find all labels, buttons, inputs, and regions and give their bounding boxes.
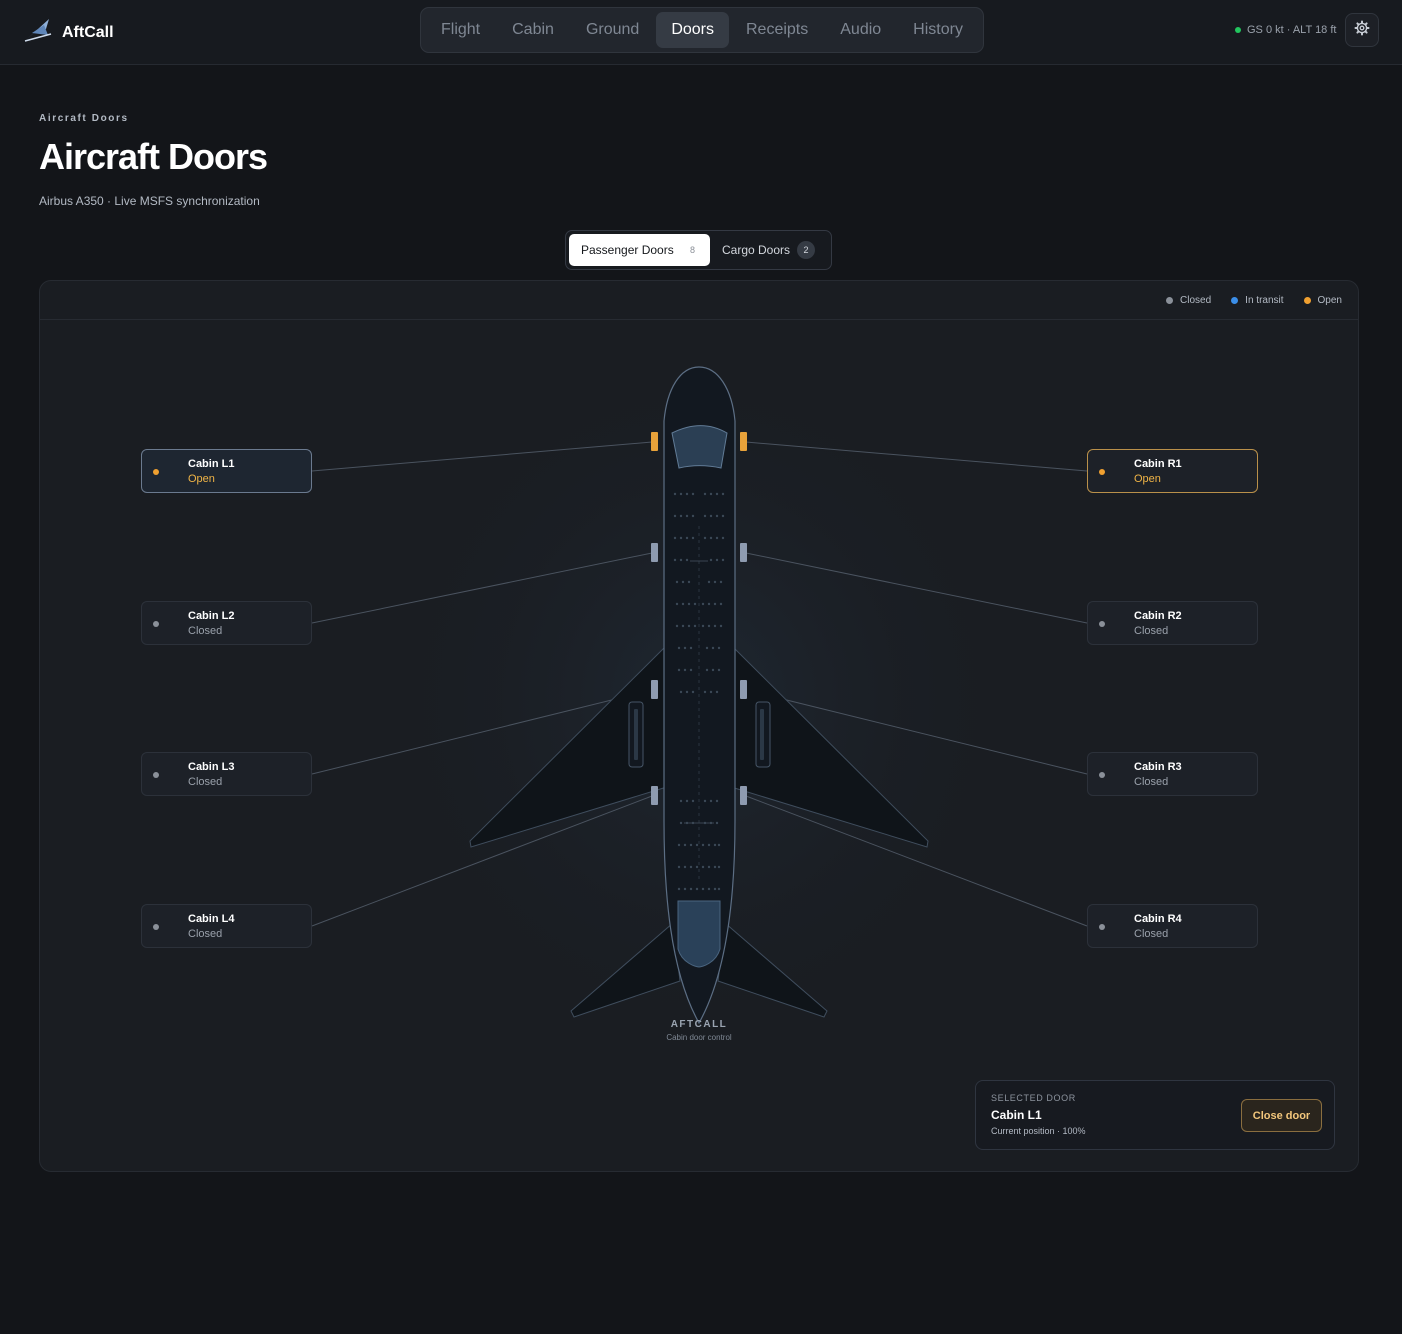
door-name: Cabin R4 [1134, 913, 1182, 925]
door-name: Cabin R3 [1134, 761, 1182, 773]
door-status-dot [1099, 621, 1105, 627]
left-engine-core [634, 709, 638, 760]
settings-button[interactable] [1345, 13, 1379, 47]
top-bar: AftCall Flight Cabin Ground Doors Receip… [0, 0, 1402, 65]
door-card-l2[interactable]: Cabin L2 Closed [141, 601, 312, 645]
door-status-dot [1099, 469, 1105, 475]
door-state: Open [1134, 473, 1161, 485]
tab-cabin[interactable]: Cabin [497, 12, 569, 48]
right-engine-core [760, 709, 764, 760]
door-marker-r1[interactable] [740, 432, 747, 451]
door-state: Closed [1134, 625, 1169, 637]
status-dot [1235, 27, 1241, 33]
aircraft-brand: AFTCALL [671, 1019, 728, 1030]
gear-icon [1354, 20, 1370, 41]
door-card-r2[interactable]: Cabin R2 Closed [1087, 601, 1258, 645]
brand[interactable]: AftCall [24, 17, 114, 48]
door-type-toggle: Passenger Doors 8 Cargo Doors 2 [565, 230, 832, 270]
door-name: Cabin R1 [1134, 458, 1182, 470]
door-marker-l1[interactable] [651, 432, 658, 451]
page-title: Aircraft Doors [39, 136, 268, 177]
door-card-r3[interactable]: Cabin R3 Closed [1087, 752, 1258, 796]
door-state: Closed [188, 625, 223, 637]
door-state: Closed [1134, 928, 1169, 940]
main-nav: Flight Cabin Ground Doors Receipts Audio… [420, 7, 984, 53]
segment-count-badge: 2 [797, 241, 815, 259]
tab-ground[interactable]: Ground [571, 12, 654, 48]
door-status-dot [153, 469, 159, 475]
cockpit [671, 425, 728, 469]
tab-doors[interactable]: Doors [656, 12, 729, 48]
tab-history[interactable]: History [898, 12, 978, 48]
segment-passenger-doors[interactable]: Passenger Doors 8 [569, 234, 710, 266]
door-card-l3[interactable]: Cabin L3 Closed [141, 752, 312, 796]
segment-label: Cargo Doors [722, 243, 791, 257]
aircraft-caption: Cabin door control [666, 1033, 732, 1042]
door-status-dot [1099, 924, 1105, 930]
door-marker-l4[interactable] [651, 786, 658, 805]
aircraft-diagram: AFTCALL Cabin door control [311, 341, 1088, 1061]
door-status-dot [153, 924, 159, 930]
door-status-dot [153, 772, 159, 778]
door-status-dot [1099, 772, 1105, 778]
close-door-button[interactable]: Close door [1241, 1099, 1322, 1132]
door-name: Cabin L3 [188, 761, 235, 773]
brand-name: AftCall [62, 23, 114, 41]
status-text: GS 0 kt · ALT 18 ft [1247, 24, 1337, 36]
door-name: Cabin R2 [1134, 610, 1182, 622]
airplane-logo-icon [24, 17, 52, 48]
door-card-r4[interactable]: Cabin R4 Closed [1087, 904, 1258, 948]
selected-door-name: Cabin L1 [991, 1108, 1042, 1122]
segment-label: Passenger Doors [581, 243, 674, 257]
tab-audio[interactable]: Audio [825, 12, 896, 48]
page-eyebrow: Aircraft Doors [39, 113, 129, 124]
tab-receipts[interactable]: Receipts [731, 12, 823, 48]
door-state: Closed [188, 928, 223, 940]
page-subtitle: Airbus A350 · Live MSFS synchronization [39, 194, 260, 208]
door-name: Cabin L4 [188, 913, 235, 925]
door-card-l4[interactable]: Cabin L4 Closed [141, 904, 312, 948]
door-state: Closed [1134, 776, 1169, 788]
segment-cargo-doors[interactable]: Cargo Doors 2 [711, 234, 829, 266]
selected-door-panel: SELECTED DOOR Cabin L1 Current position … [975, 1080, 1335, 1150]
segment-count-badge: 8 [689, 245, 695, 255]
door-state: Open [188, 473, 215, 485]
selected-door-position: Current position · 100% [991, 1126, 1086, 1136]
rear-cabin [677, 900, 721, 968]
doors-panel: Closed In transit Open AFTCALL Cabin doo… [39, 280, 1359, 1172]
door-marker-l2[interactable] [651, 543, 658, 562]
door-status-dot [153, 621, 159, 627]
door-card-r1[interactable]: Cabin R1 Open [1087, 449, 1258, 493]
door-name: Cabin L1 [188, 458, 235, 470]
tab-flight[interactable]: Flight [426, 12, 495, 48]
door-card-l1[interactable]: Cabin L1 Open [141, 449, 312, 493]
selected-door-label: SELECTED DOOR [991, 1093, 1076, 1103]
door-marker-r2[interactable] [740, 543, 747, 562]
flight-status: GS 0 kt · ALT 18 ft [1235, 24, 1336, 36]
door-marker-r4[interactable] [740, 786, 747, 805]
door-name: Cabin L2 [188, 610, 235, 622]
door-marker-r3[interactable] [740, 680, 747, 699]
door-state: Closed [188, 776, 223, 788]
door-marker-l3[interactable] [651, 680, 658, 699]
